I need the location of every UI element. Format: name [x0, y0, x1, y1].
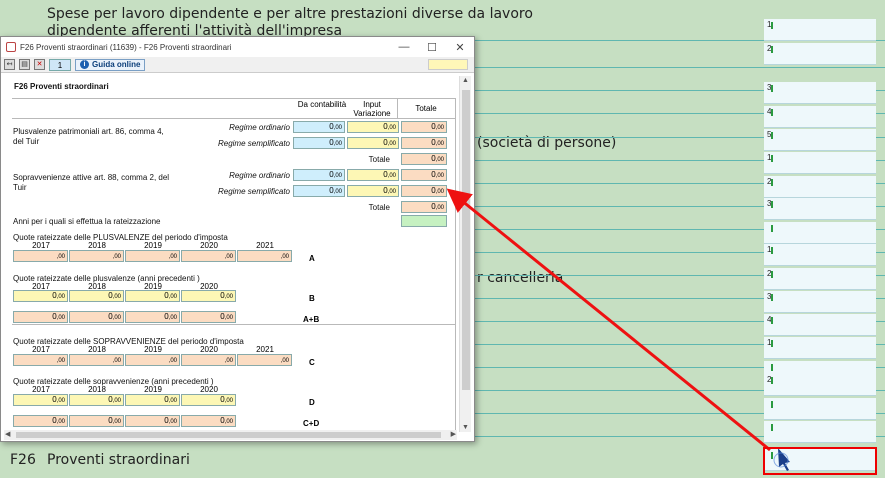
annotation-arrow: [446, 188, 790, 471]
highlight-box: [763, 447, 877, 475]
